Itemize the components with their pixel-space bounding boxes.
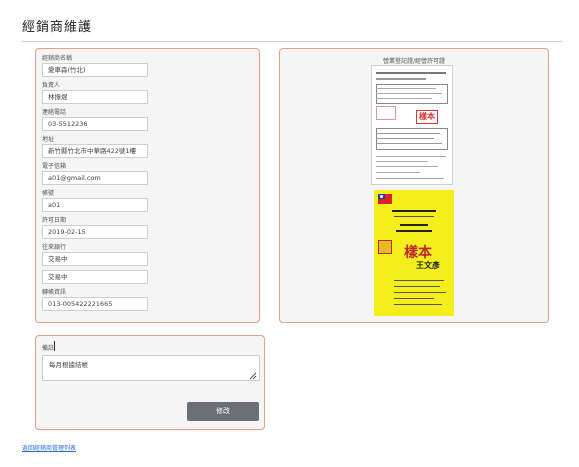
field-label: 地址 bbox=[42, 136, 55, 143]
bank-input[interactable]: 交易中 bbox=[42, 252, 148, 266]
flag-icon bbox=[378, 194, 392, 204]
field-transfer-info: 轉帳資訊 013-005422221665 bbox=[42, 288, 148, 311]
dealer-name-input[interactable]: 愛車森(竹北) bbox=[42, 63, 148, 77]
documents-panel: 營業登記證/經營許可證 樣本 樣本 王文彥 bbox=[279, 48, 549, 323]
page-title: 經銷商維護 bbox=[22, 20, 93, 35]
field-dealer-name: 經銷商名稱 愛車森(竹北) bbox=[42, 54, 148, 77]
seal-icon bbox=[378, 240, 392, 254]
field-label: 電子信箱 bbox=[42, 163, 67, 170]
field-bank: 往來銀行 交易中 bbox=[42, 243, 148, 266]
field-label: 轉帳資訊 bbox=[42, 289, 67, 296]
permit-date-input[interactable]: 2019-02-15 bbox=[42, 225, 148, 239]
field-permit-date: 許可日期 2019-02-15 bbox=[42, 216, 148, 239]
notes-textarea[interactable]: 每月根據結帳 bbox=[42, 355, 260, 381]
account-input[interactable]: a01 bbox=[42, 198, 148, 212]
certificate-name: 王文彥 bbox=[416, 260, 440, 270]
email-input[interactable]: a01@gmail.com bbox=[42, 171, 148, 185]
status-input[interactable]: 交易中 bbox=[42, 270, 148, 284]
field-label: 經銷商名稱 bbox=[42, 55, 73, 62]
text-cursor bbox=[54, 341, 55, 351]
field-label: 往來銀行 bbox=[42, 244, 67, 251]
field-email: 電子信箱 a01@gmail.com bbox=[42, 162, 148, 185]
operating-permit-image[interactable]: 樣本 王文彥 bbox=[374, 190, 454, 316]
edit-button[interactable]: 修改 bbox=[187, 402, 259, 421]
field-label: 許可日期 bbox=[42, 217, 67, 224]
sample-stamp: 樣本 bbox=[404, 245, 432, 261]
field-address: 地址 新竹縣竹北市中華路422號1樓 bbox=[42, 135, 148, 158]
title-divider bbox=[22, 41, 562, 42]
owner-input[interactable]: 林振焜 bbox=[42, 90, 148, 104]
dealer-form-panel: 經銷商名稱 愛車森(竹北) 負責人 林振焜 連絡電話 03-5512236 地址… bbox=[35, 48, 260, 323]
field-owner: 負責人 林振焜 bbox=[42, 81, 148, 104]
phone-input[interactable]: 03-5512236 bbox=[42, 117, 148, 131]
sample-stamp: 樣本 bbox=[416, 110, 438, 124]
notes-panel: 備註 每月根據結帳 修改 bbox=[35, 335, 265, 430]
documents-caption: 營業登記證/經營許可證 bbox=[382, 58, 446, 65]
field-phone: 連絡電話 03-5512236 bbox=[42, 108, 148, 131]
field-label: 帳號 bbox=[42, 190, 55, 197]
field-status: 交易中 bbox=[42, 270, 148, 284]
notes-label: 備註 bbox=[42, 345, 55, 352]
resize-handle-icon[interactable] bbox=[249, 372, 257, 380]
transfer-info-input[interactable]: 013-005422221665 bbox=[42, 297, 148, 311]
business-registration-image[interactable]: 樣本 bbox=[371, 65, 453, 185]
field-account: 帳號 a01 bbox=[42, 189, 148, 212]
field-label: 負責人 bbox=[42, 82, 61, 89]
back-to-list-link[interactable]: 返回經銷商管理列表 bbox=[22, 443, 76, 452]
address-input[interactable]: 新竹縣竹北市中華路422號1樓 bbox=[42, 144, 148, 158]
field-label: 連絡電話 bbox=[42, 109, 67, 116]
